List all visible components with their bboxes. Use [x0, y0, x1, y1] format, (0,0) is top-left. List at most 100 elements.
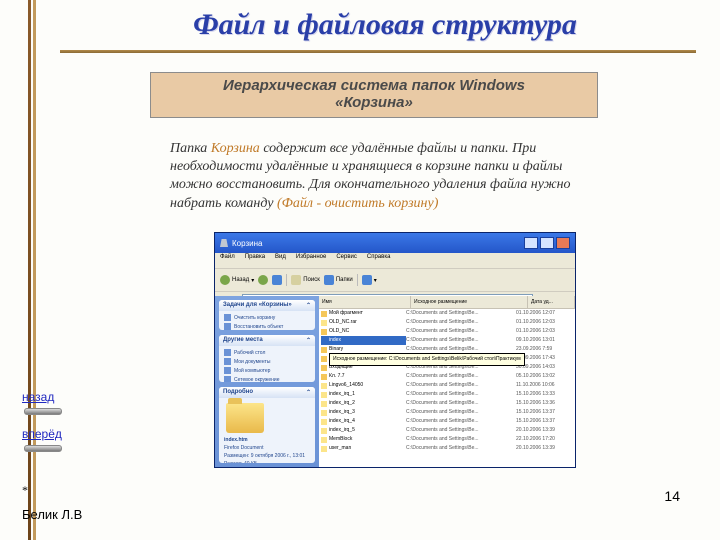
table-row[interactable]: OLD_NC.rarC:\Documents and Settings\Be..… [319, 318, 575, 327]
search-button[interactable]: Поиск [291, 275, 320, 285]
file-icon [321, 383, 327, 389]
table-row[interactable]: Мой фрагментC:\Documents and Settings\Be… [319, 309, 575, 318]
file-icon [321, 311, 327, 317]
task-empty-bin[interactable]: Очистить корзину [224, 314, 310, 321]
table-row[interactable]: user_manC:\Documents and Settings\Be...2… [319, 444, 575, 453]
col-origpath[interactable]: Исходное размещение [411, 296, 528, 308]
table-row[interactable]: index_irq_3C:\Documents and Settings\Be.… [319, 408, 575, 417]
panel-places: Другие места⌃ Рабочий стол Мои документы… [219, 335, 315, 382]
nav-fwd-link[interactable]: вперёд [22, 427, 62, 441]
place-icon [224, 358, 231, 365]
nav-links: назад вперёд [22, 390, 62, 464]
menu-edit[interactable]: Правка [245, 254, 265, 267]
col-name[interactable]: Имя [319, 296, 411, 308]
panel-header[interactable]: Другие места⌃ [219, 335, 315, 346]
details-type: Firefox Document [224, 445, 310, 451]
footer-star: * [22, 483, 28, 498]
task-icon [224, 314, 231, 321]
table-row[interactable]: index_irq_2C:\Documents and Settings\Be.… [319, 399, 575, 408]
menu-help[interactable]: Справка [367, 254, 391, 267]
place-icon [224, 367, 231, 374]
details-date: Размещен: 9 октября 2006 г., 13:01 [224, 453, 310, 459]
column-headers: Имя Исходное размещение Дата уд... [319, 296, 575, 309]
place-desktop[interactable]: Рабочий стол [224, 349, 310, 356]
subtitle-line2: «Корзина» [159, 94, 589, 111]
table-row[interactable]: indexC:\Documents and Settings\Be...09.1… [319, 336, 575, 345]
place-mycomp[interactable]: Мой компьютер [224, 367, 310, 374]
keyword: (Файл - очистить корзину) [277, 196, 438, 211]
table-row[interactable]: index_irq_5C:\Documents and Settings\Be.… [319, 426, 575, 435]
label: Поиск [303, 277, 320, 283]
details-name: index.htm [224, 437, 310, 443]
table-row[interactable]: MemBlockC:\Documents and Settings\Be...2… [319, 435, 575, 444]
folders-icon [324, 275, 334, 285]
separator [286, 274, 287, 286]
task-restore[interactable]: Восстановить объект [224, 323, 310, 330]
search-icon [291, 275, 301, 285]
close-button[interactable] [556, 237, 570, 249]
file-icon [321, 320, 327, 326]
panel-details: Подробно⌃ index.htm Firefox Document Раз… [219, 387, 315, 463]
file-icon [321, 437, 327, 443]
file-icon [321, 329, 327, 335]
text: Папка [170, 141, 211, 156]
place-network[interactable]: Сетевое окружение [224, 376, 310, 382]
file-icon [321, 338, 327, 344]
forward-icon [258, 275, 268, 285]
file-icon [321, 401, 327, 407]
up-icon [272, 275, 282, 285]
back-button[interactable]: Назад ▾ [220, 275, 254, 285]
table-row[interactable]: index_irq_4C:\Documents and Settings\Be.… [319, 417, 575, 426]
tooltip: Исходное размещение: C:\Documents and Se… [329, 353, 525, 366]
task-icon [224, 323, 231, 330]
file-icon [321, 392, 327, 398]
page-number: 14 [664, 488, 680, 504]
footer-author: Белик Л.В [22, 507, 82, 522]
table-row[interactable]: OLD_NCC:\Documents and Settings\Be...01.… [319, 327, 575, 336]
file-icon [321, 347, 327, 353]
separator [357, 274, 358, 286]
file-icon [321, 356, 327, 362]
chevron-icon: ⌃ [306, 302, 311, 309]
file-list[interactable]: Исходное размещение: C:\Documents and Se… [319, 309, 575, 467]
label: Папки [336, 277, 353, 283]
forward-button[interactable] [258, 275, 268, 285]
nav-back-link[interactable]: назад [22, 390, 62, 404]
file-icon [321, 446, 327, 452]
titlebar: Корзина [215, 233, 575, 253]
minimize-button[interactable] [524, 237, 538, 249]
table-row[interactable]: Кл. 7.7C:\Documents and Settings\Be...05… [319, 372, 575, 381]
table-row[interactable]: Lingvo6_14050C:\Documents and Settings\B… [319, 381, 575, 390]
maximize-button[interactable] [540, 237, 554, 249]
file-icon [321, 374, 327, 380]
keyword: Корзина [211, 141, 260, 156]
folder-icon [226, 403, 264, 433]
divider [60, 50, 696, 53]
col-date[interactable]: Дата уд... [528, 296, 575, 308]
chevron-icon: ⌃ [306, 337, 311, 344]
place-mydocs[interactable]: Мои документы [224, 358, 310, 365]
file-list-pane: Имя Исходное размещение Дата уд... Исход… [319, 296, 575, 467]
panel-tasks: Задачи для «Корзины»⌃ Очистить корзину В… [219, 300, 315, 330]
label: Назад [232, 277, 249, 283]
details-size: Размер: 40 КБ [224, 461, 310, 463]
table-row[interactable]: index_irq_1C:\Documents and Settings\Be.… [319, 390, 575, 399]
place-icon [224, 349, 231, 356]
menu-fav[interactable]: Избранное [296, 254, 326, 267]
subtitle-line1: Иерархическая система папок Windows [159, 77, 589, 94]
menu-view[interactable]: Вид [275, 254, 286, 267]
nav-bar-decor [24, 445, 62, 452]
file-icon [321, 365, 327, 371]
menu-tools[interactable]: Сервис [336, 254, 357, 267]
body-paragraph: Папка Корзина содержит все удалённые фай… [170, 140, 600, 213]
chevron-icon: ⌃ [306, 389, 311, 396]
panel-header[interactable]: Задачи для «Корзины»⌃ [219, 300, 315, 311]
window-title: Корзина [232, 239, 262, 248]
views-button[interactable]: ▾ [362, 275, 377, 285]
up-button[interactable] [272, 275, 282, 285]
panel-header[interactable]: Подробно⌃ [219, 387, 315, 398]
menu-file[interactable]: Файл [220, 254, 235, 267]
page-title: Файл и файловая структура [110, 8, 660, 42]
subtitle-box: Иерархическая система папок Windows «Кор… [150, 72, 598, 118]
folders-button[interactable]: Папки [324, 275, 353, 285]
